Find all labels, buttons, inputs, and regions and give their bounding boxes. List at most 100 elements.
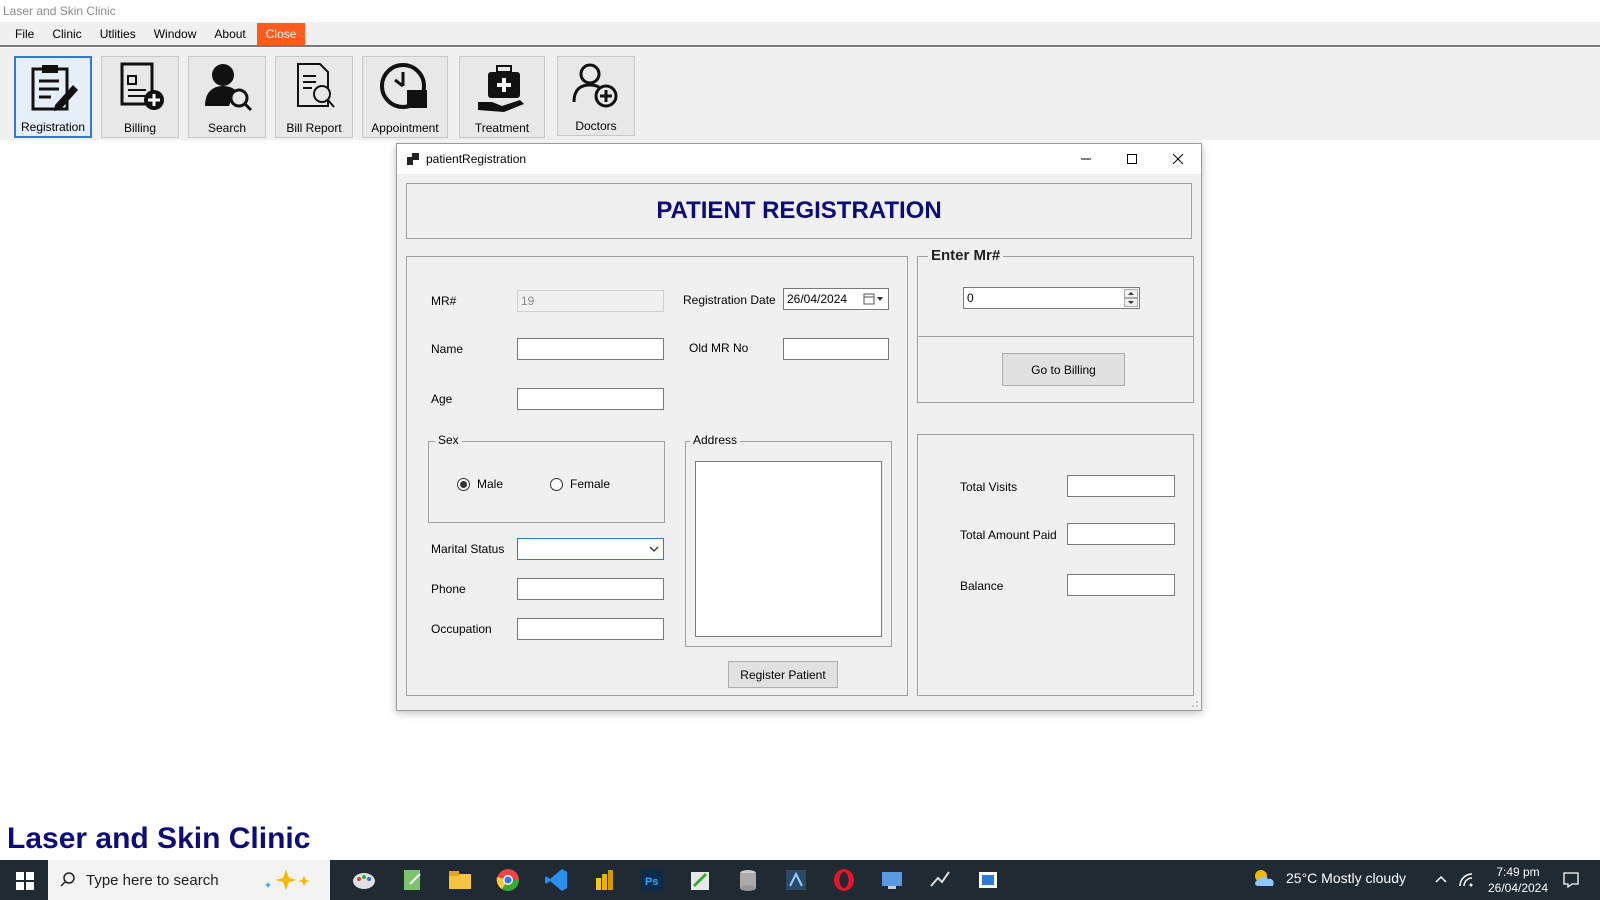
- divider: [918, 336, 1193, 337]
- chevron-up-icon[interactable]: [1435, 874, 1447, 886]
- mr-field: 19: [517, 290, 664, 312]
- billing-label: Billing: [123, 121, 156, 135]
- child-title: patientRegistration: [426, 152, 527, 166]
- add-user-icon: [572, 63, 618, 108]
- sex-group: Sex Male Female: [428, 433, 665, 523]
- name-field[interactable]: [517, 338, 664, 360]
- registration-label: Registration: [20, 120, 86, 134]
- registration-date-label: Registration Date: [683, 293, 776, 307]
- menu-close[interactable]: Close: [256, 22, 306, 45]
- minimize-button[interactable]: [1063, 144, 1109, 174]
- search-button[interactable]: Search: [188, 56, 266, 138]
- cloud-icon: [1255, 870, 1274, 886]
- doctors-button[interactable]: Doctors: [557, 56, 635, 136]
- phone-field[interactable]: [517, 578, 664, 600]
- total-amount-paid-label: Total Amount Paid: [960, 528, 1057, 542]
- maximize-button[interactable]: [1109, 144, 1155, 174]
- sparkle-icon: [265, 870, 310, 890]
- chrome-icon[interactable]: [494, 866, 522, 894]
- male-label: Male: [477, 477, 504, 491]
- chevron-down-icon: [649, 546, 659, 552]
- old-mr-field[interactable]: [783, 338, 889, 360]
- active-app-icon[interactable]: [974, 866, 1002, 894]
- male-radio[interactable]: Male: [457, 477, 503, 491]
- sql-server-icon[interactable]: [782, 866, 810, 894]
- billing-icon: [120, 62, 164, 110]
- vscode-icon[interactable]: [542, 866, 570, 894]
- treatment-button[interactable]: Treatment: [459, 56, 545, 138]
- menu-file[interactable]: File: [6, 23, 43, 45]
- appointment-label: Appointment: [371, 121, 439, 135]
- app-icon-13[interactable]: [926, 866, 954, 894]
- file-explorer-icon[interactable]: [446, 866, 474, 894]
- clock[interactable]: 7:49 pm 26/04/2024: [1478, 864, 1558, 896]
- resize-grip-icon[interactable]: [1191, 700, 1199, 708]
- calendar-dropdown-icon: [863, 293, 883, 305]
- totals-panel: Total Visits Total Amount Paid Balance: [917, 434, 1194, 696]
- marital-status-label: Marital Status: [431, 542, 505, 556]
- database-icon[interactable]: [734, 866, 762, 894]
- address-textarea[interactable]: [695, 461, 882, 637]
- go-to-billing-button[interactable]: Go to Billing: [1002, 353, 1125, 386]
- name-label: Name: [431, 342, 464, 356]
- svg-text:Ps: Ps: [645, 876, 658, 888]
- age-field[interactable]: [517, 388, 664, 410]
- close-icon: [1172, 153, 1184, 165]
- weather-text: 25°C Mostly cloudy: [1286, 870, 1406, 886]
- stepper-arrows-icon: [1124, 289, 1138, 307]
- menu-utilities[interactable]: Utlities: [91, 23, 145, 45]
- clock-date: 26/04/2024: [1487, 881, 1549, 895]
- notepad-app-icon[interactable]: [398, 866, 426, 894]
- address-label: Address: [690, 433, 741, 447]
- notification-icon[interactable]: [1562, 871, 1580, 889]
- occupation-label: Occupation: [431, 622, 492, 636]
- treatment-label: Treatment: [474, 121, 530, 135]
- registration-date-picker[interactable]: 26/04/2024: [783, 288, 889, 310]
- power-bi-icon[interactable]: [590, 866, 618, 894]
- paint-app-icon[interactable]: [350, 866, 378, 894]
- opera-icon[interactable]: [830, 866, 858, 894]
- balance-field[interactable]: [1067, 574, 1175, 596]
- weather-widget[interactable]: 25°C Mostly cloudy: [1252, 868, 1406, 888]
- menu-bar: File Clinic Utlities Window About Close: [0, 22, 1600, 47]
- remote-desktop-icon[interactable]: [878, 866, 906, 894]
- taskbar-search-box[interactable]: Type here to search: [48, 860, 330, 900]
- registration-icon: [31, 65, 78, 111]
- enter-mr-stepper[interactable]: 0: [963, 287, 1140, 309]
- footer-clinic-title: Laser and Skin Clinic: [7, 822, 311, 855]
- wifi-icon[interactable]: [1458, 872, 1474, 888]
- form-heading: PATIENT REGISTRATION: [656, 197, 942, 224]
- windows-start-icon[interactable]: [16, 872, 34, 890]
- heading-panel: PATIENT REGISTRATION: [406, 183, 1192, 239]
- register-patient-button[interactable]: Register Patient: [728, 661, 838, 688]
- marital-status-select[interactable]: [517, 538, 664, 560]
- old-mr-label: Old MR No: [689, 341, 749, 355]
- bill-report-button[interactable]: Bill Report: [275, 56, 353, 138]
- menu-window[interactable]: Window: [145, 23, 206, 45]
- female-radio-circle: [550, 477, 563, 491]
- photoshop-icon[interactable]: Ps: [638, 866, 666, 894]
- clock-time: 7:49 pm: [1496, 865, 1540, 879]
- occupation-field[interactable]: [517, 618, 664, 640]
- clock-icon: [380, 63, 427, 109]
- age-label: Age: [431, 392, 453, 406]
- appointment-button[interactable]: Appointment: [362, 56, 448, 138]
- balance-label: Balance: [960, 579, 1004, 593]
- menu-clinic[interactable]: Clinic: [43, 23, 90, 45]
- female-radio[interactable]: Female: [550, 477, 610, 491]
- bill-report-label: Bill Report: [286, 121, 342, 135]
- patient-registration-window: patientRegistration PATIENT REGISTRATION…: [396, 143, 1202, 711]
- doctors-label: Doctors: [575, 119, 617, 133]
- billing-button[interactable]: Billing: [101, 56, 179, 138]
- total-amount-paid-field[interactable]: [1067, 523, 1175, 545]
- male-radio-circle: [457, 477, 470, 491]
- taskbar-search-placeholder: Type here to search: [86, 871, 219, 889]
- close-window-button[interactable]: [1155, 144, 1201, 174]
- address-group: Address: [685, 433, 892, 647]
- mr-label: MR#: [431, 294, 457, 308]
- menu-about[interactable]: About: [205, 23, 254, 45]
- app-icon-8[interactable]: [686, 866, 714, 894]
- registration-button[interactable]: Registration: [14, 56, 92, 138]
- enter-mr-panel: Enter Mr# 0 Go to Billing: [917, 247, 1194, 403]
- total-visits-field[interactable]: [1067, 475, 1175, 497]
